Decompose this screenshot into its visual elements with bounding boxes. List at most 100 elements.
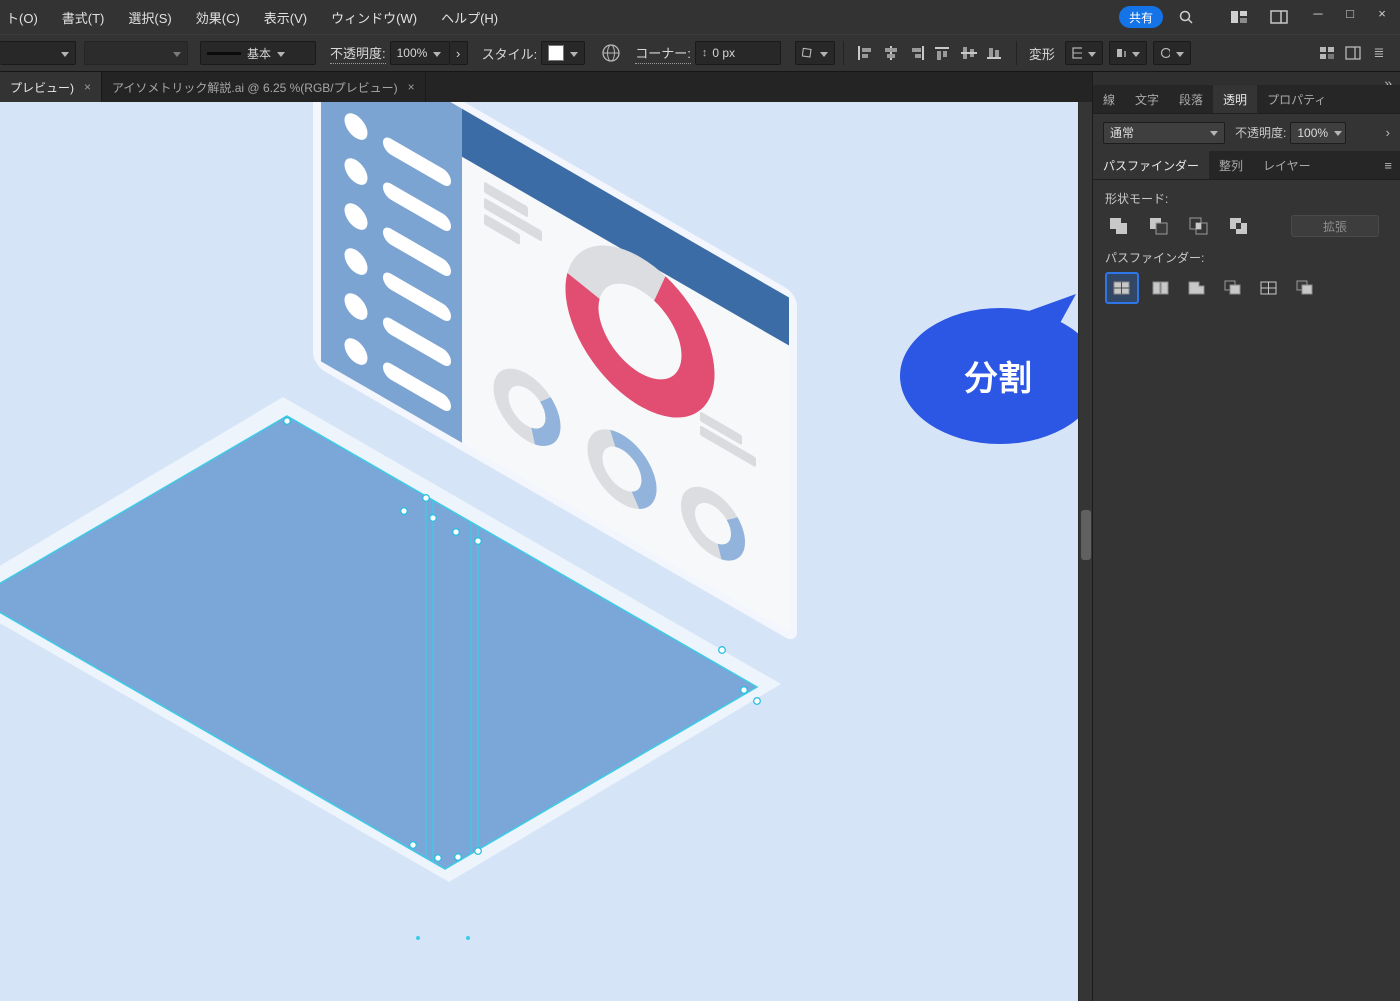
close-tab-icon[interactable]: × [408, 80, 415, 94]
window-arrange-icon [1345, 46, 1361, 60]
shape-mode-unite-button[interactable] [1105, 213, 1133, 239]
menu-view[interactable]: 表示(V) [264, 8, 307, 27]
align-objects-icon [1116, 47, 1126, 59]
corner-radius-stepper[interactable]: ↕ 0 px [695, 41, 781, 65]
control-bar: 基本 不透明度: 100% › スタイル: コーナー: ↕ 0 px [0, 34, 1400, 72]
anchor-point[interactable] [453, 529, 460, 536]
anchor-point[interactable] [401, 508, 408, 515]
tab-paragraph[interactable]: 段落 [1169, 85, 1213, 113]
opacity-select[interactable]: 100% [390, 41, 450, 65]
window-maximize-button[interactable]: □ [1335, 0, 1365, 26]
divide-icon [1112, 279, 1132, 297]
pathfinder-outline-button[interactable] [1255, 275, 1283, 301]
close-tab-icon[interactable]: × [84, 80, 91, 94]
artboard-canvas[interactable]: 分割 [0, 102, 1078, 1001]
tool-preset-select[interactable] [0, 41, 76, 65]
anchor-point[interactable] [416, 936, 420, 940]
share-button[interactable]: 共有 [1119, 6, 1163, 28]
pathfinder-trim-button[interactable] [1147, 275, 1175, 301]
tab-stroke[interactable]: 線 [1093, 85, 1125, 113]
opacity-expander-button[interactable]: › [450, 41, 468, 65]
transform-label[interactable]: 変形 [1029, 44, 1055, 63]
panel-menu-icon[interactable]: ≡ [1376, 151, 1400, 179]
misc-tool-button[interactable] [795, 41, 835, 65]
menu-window[interactable]: ウィンドウ(W) [331, 8, 417, 27]
stroke-style-select[interactable]: 基本 [200, 41, 316, 65]
brush-definition-select[interactable] [84, 41, 188, 65]
transform-menu-button[interactable] [1065, 41, 1103, 65]
panel-opacity-select[interactable]: 100% [1290, 122, 1346, 144]
shape-mode-exclude-button[interactable] [1225, 213, 1253, 239]
panel-expander-icon[interactable]: › [1386, 125, 1390, 140]
align-center-h-icon [882, 45, 900, 61]
tab-properties[interactable]: プロパティ [1257, 85, 1336, 113]
anchor-point[interactable] [719, 647, 726, 654]
align-top-icon [934, 45, 952, 61]
document-tab-1[interactable]: プレビュー) × [0, 72, 102, 102]
shape-mode-minus-front-button[interactable] [1145, 213, 1173, 239]
align-top-button[interactable] [930, 41, 956, 65]
anchor-point[interactable] [284, 418, 291, 425]
anchor-point[interactable] [435, 855, 442, 862]
anchor-point[interactable] [754, 698, 761, 705]
anchor-point[interactable] [430, 515, 437, 522]
menu-effect[interactable]: 効果(C) [196, 8, 240, 27]
expand-button[interactable]: 拡張 [1291, 215, 1379, 237]
align-left-button[interactable] [852, 41, 878, 65]
shape-mode-label: 形状モード: [1105, 190, 1400, 207]
tab-align[interactable]: 整列 [1209, 151, 1253, 179]
tab-character[interactable]: 文字 [1125, 85, 1169, 113]
opacity-label[interactable]: 不透明度: [330, 43, 386, 64]
pathfinder-minus-back-button[interactable] [1291, 275, 1319, 301]
unite-icon [1109, 217, 1129, 235]
illustrator-window: ト(O) 書式(T) 選択(S) 効果(C) 表示(V) ウィンドウ(W) ヘル… [0, 0, 1400, 1001]
anchor-point[interactable] [466, 936, 470, 940]
pathfinder-divide-button[interactable] [1105, 272, 1139, 304]
transparency-panel: 通常 不透明度: 100% › [1093, 114, 1400, 151]
document-setup-button[interactable] [601, 43, 621, 63]
align-right-button[interactable] [904, 41, 930, 65]
align-menu-button[interactable] [1109, 41, 1147, 65]
window-close-button[interactable]: × [1367, 0, 1397, 26]
pathfinder-crop-button[interactable] [1219, 275, 1247, 301]
search-icon[interactable] [1176, 8, 1196, 26]
stepper-arrows-icon[interactable]: ↕ [702, 47, 708, 59]
align-center-h-button[interactable] [878, 41, 904, 65]
tab-pathfinder[interactable]: パスファインダー [1093, 151, 1209, 179]
anchor-point[interactable] [475, 538, 482, 545]
menu-help[interactable]: ヘルプ(H) [441, 8, 498, 27]
scrollbar-thumb[interactable] [1081, 510, 1091, 560]
document-tab-2[interactable]: アイソメトリック解説.ai @ 6.25 %(RGB/プレビュー) × [102, 72, 426, 102]
anchor-point[interactable] [475, 848, 482, 855]
panel-opacity-value: 100% [1297, 126, 1328, 140]
arrange-documents-button[interactable] [1340, 41, 1366, 65]
anchor-point[interactable] [455, 854, 462, 861]
chevron-down-icon [173, 52, 181, 61]
more-options-button[interactable] [1153, 41, 1191, 65]
grid-icon [1319, 46, 1335, 60]
tab-transparency[interactable]: 透明 [1213, 85, 1257, 113]
graphic-style-select[interactable] [541, 41, 585, 65]
menu-object[interactable]: ト(O) [6, 8, 38, 27]
arrange-documents-icon[interactable] [1230, 10, 1248, 24]
corner-label[interactable]: コーナー: [635, 43, 691, 64]
shape-mode-row: 拡張 [1105, 213, 1400, 239]
menu-select[interactable]: 選択(S) [128, 8, 171, 27]
align-middle-v-button[interactable] [956, 41, 982, 65]
blend-mode-value: 通常 [1110, 124, 1134, 141]
window-minimize-button[interactable]: ─ [1303, 0, 1333, 26]
control-panel-menu-button[interactable]: ≣ [1366, 41, 1392, 65]
shape-mode-intersect-button[interactable] [1185, 213, 1213, 239]
anchor-point[interactable] [741, 687, 748, 694]
tab-layers[interactable]: レイヤー [1253, 151, 1321, 179]
pathfinder-merge-button[interactable] [1183, 275, 1211, 301]
blend-mode-select[interactable]: 通常 [1103, 122, 1225, 144]
outline-icon [1259, 279, 1279, 297]
menu-type[interactable]: 書式(T) [62, 8, 105, 27]
anchor-point[interactable] [423, 495, 430, 502]
anchor-point[interactable] [410, 842, 417, 849]
workspace-switcher-icon[interactable] [1270, 10, 1288, 24]
vertical-scrollbar[interactable] [1078, 102, 1092, 1001]
document-grid-button[interactable] [1314, 41, 1340, 65]
align-bottom-button[interactable] [982, 41, 1008, 65]
